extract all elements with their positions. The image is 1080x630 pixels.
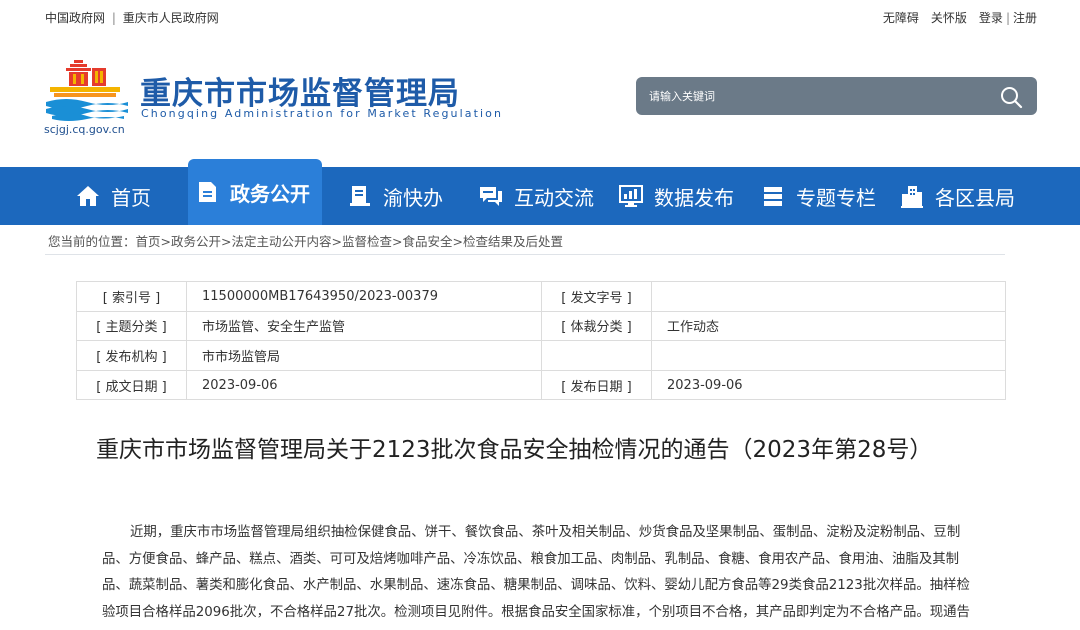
nav-item-interaction[interactable]: 互动交流 — [478, 167, 594, 225]
document-meta-table: [ 索引号 ] 11500000MB17643950/2023-00379 [ … — [76, 281, 1006, 401]
meta-label: [ 发文字号 ] — [541, 281, 652, 312]
register-link[interactable]: 注册 — [1013, 11, 1037, 25]
meta-label: [ 成文日期 ] — [76, 369, 187, 401]
separator: | — [1005, 11, 1010, 25]
link-gov-cn[interactable]: 中国政府网 — [45, 11, 105, 25]
nav-item-special-topics[interactable]: 专题专栏 — [760, 167, 876, 225]
meta-value: 2023-09-06 — [651, 369, 1006, 401]
search-box — [636, 77, 1037, 115]
table-row: [ 成文日期 ] 2023-09-06 [ 发布日期 ] 2023-09-06 — [76, 369, 1006, 401]
separator: | — [111, 11, 116, 25]
site-subtitle: Chongqing Administration for Market Regu… — [141, 107, 504, 120]
nav-item-districts[interactable]: 各区县局 — [899, 167, 1015, 225]
meta-value: 11500000MB17643950/2023-00379 — [186, 281, 542, 312]
top-utility-bar: 中国政府网 | 重庆市人民政府网 无障碍 关怀版 登录 | 注册 — [0, 0, 1080, 32]
divider — [45, 254, 1005, 255]
top-left-links: 中国政府网 | 重庆市人民政府网 — [45, 9, 219, 26]
table-row: [ 主题分类 ] 市场监管、安全生产监管 [ 体裁分类 ] 工作动态 — [76, 310, 1006, 342]
list-icon — [764, 187, 782, 206]
chat-icon — [480, 187, 502, 206]
nav-label: 首页 — [111, 185, 151, 210]
breadcrumb-item[interactable]: 法定主动公开内容 — [232, 234, 332, 249]
breadcrumb: 您当前的位置：首页>政务公开>法定主动公开内容>监督检查>食品安全>检查结果及后… — [48, 231, 563, 250]
meta-label: [ 体裁分类 ] — [541, 310, 652, 342]
auth-links: 登录 | 注册 — [979, 9, 1037, 26]
site-domain: scjgj.cq.gov.cn — [44, 123, 125, 136]
breadcrumb-prefix: 您当前的位置： — [48, 234, 136, 249]
search-icon[interactable] — [999, 85, 1023, 109]
breadcrumb-separator: > — [392, 234, 403, 249]
chart-icon — [619, 185, 643, 207]
nav-label: 专题专栏 — [796, 185, 876, 210]
login-link[interactable]: 登录 — [979, 11, 1003, 25]
breadcrumb-item[interactable]: 检查结果及后处置 — [463, 234, 563, 249]
document-icon — [199, 182, 216, 202]
nav-label: 数据发布 — [654, 185, 734, 210]
breadcrumb-separator: > — [331, 234, 343, 249]
nav-item-data-release[interactable]: 数据发布 — [618, 167, 734, 225]
nav-label: 互动交流 — [514, 185, 594, 210]
site-header: scjgj.cq.gov.cn 重庆市市场监督管理局 Chongqing Adm… — [0, 32, 1080, 167]
meta-label: [ 索引号 ] — [76, 281, 187, 312]
breadcrumb-separator: > — [221, 234, 232, 249]
top-right-links: 无障碍 关怀版 登录 | 注册 — [883, 9, 1037, 26]
article-title: 重庆市市场监督管理局关于2123批次食品安全抽检情况的通告（2023年第28号） — [96, 437, 933, 463]
nav-item-yukuaiban[interactable]: 渝快办 — [347, 167, 443, 225]
site-emblem-icon[interactable] — [44, 58, 130, 122]
meta-label: [ 发布机构 ] — [76, 340, 187, 371]
table-row: [ 索引号 ] 11500000MB17643950/2023-00379 [ … — [76, 281, 1006, 312]
link-cq-gov[interactable]: 重庆市人民政府网 — [123, 11, 219, 25]
breadcrumb-separator: > — [452, 234, 464, 249]
breadcrumb-item[interactable]: 监督检查 — [342, 234, 392, 249]
nav-label: 渝快办 — [383, 185, 443, 210]
breadcrumb-item[interactable]: 政务公开 — [171, 234, 221, 249]
meta-empty-cell — [651, 340, 1006, 371]
main-nav: 首页 政务公开 渝快办 互动交流 数据发布 专题专栏 各区县局 — [0, 159, 1080, 225]
meta-value: 2023-09-06 — [186, 369, 542, 401]
home-icon — [77, 186, 99, 206]
meta-empty-cell — [541, 340, 652, 371]
nav-item-gov-affairs[interactable]: 政务公开 — [188, 159, 322, 225]
meta-label: [ 主题分类 ] — [76, 310, 187, 342]
meta-value: 市场监管、安全生产监管 — [186, 310, 542, 342]
meta-label: [ 发布日期 ] — [541, 369, 652, 401]
care-mode-link[interactable]: 关怀版 — [931, 9, 967, 26]
breadcrumb-separator: > — [160, 234, 172, 249]
breadcrumb-item[interactable]: 食品安全 — [403, 234, 453, 249]
breadcrumb-item[interactable]: 首页 — [136, 234, 161, 249]
nav-label: 各区县局 — [935, 185, 1015, 210]
nav-label: 政务公开 — [230, 181, 310, 206]
meta-value — [651, 281, 1006, 312]
article-paragraph: 近期，重庆市市场监督管理局组织抽检保健食品、饼干、餐饮食品、茶叶及相关制品、炒货… — [102, 525, 970, 620]
buildings-icon — [901, 186, 923, 208]
search-input[interactable] — [636, 77, 986, 115]
table-row: [ 发布机构 ] 市市场监管局 — [76, 340, 1006, 371]
meta-value: 工作动态 — [651, 310, 1006, 342]
meta-value: 市市场监管局 — [186, 340, 542, 371]
nav-item-home[interactable]: 首页 — [75, 167, 151, 225]
accessibility-link[interactable]: 无障碍 — [883, 9, 919, 26]
book-icon — [350, 186, 370, 206]
